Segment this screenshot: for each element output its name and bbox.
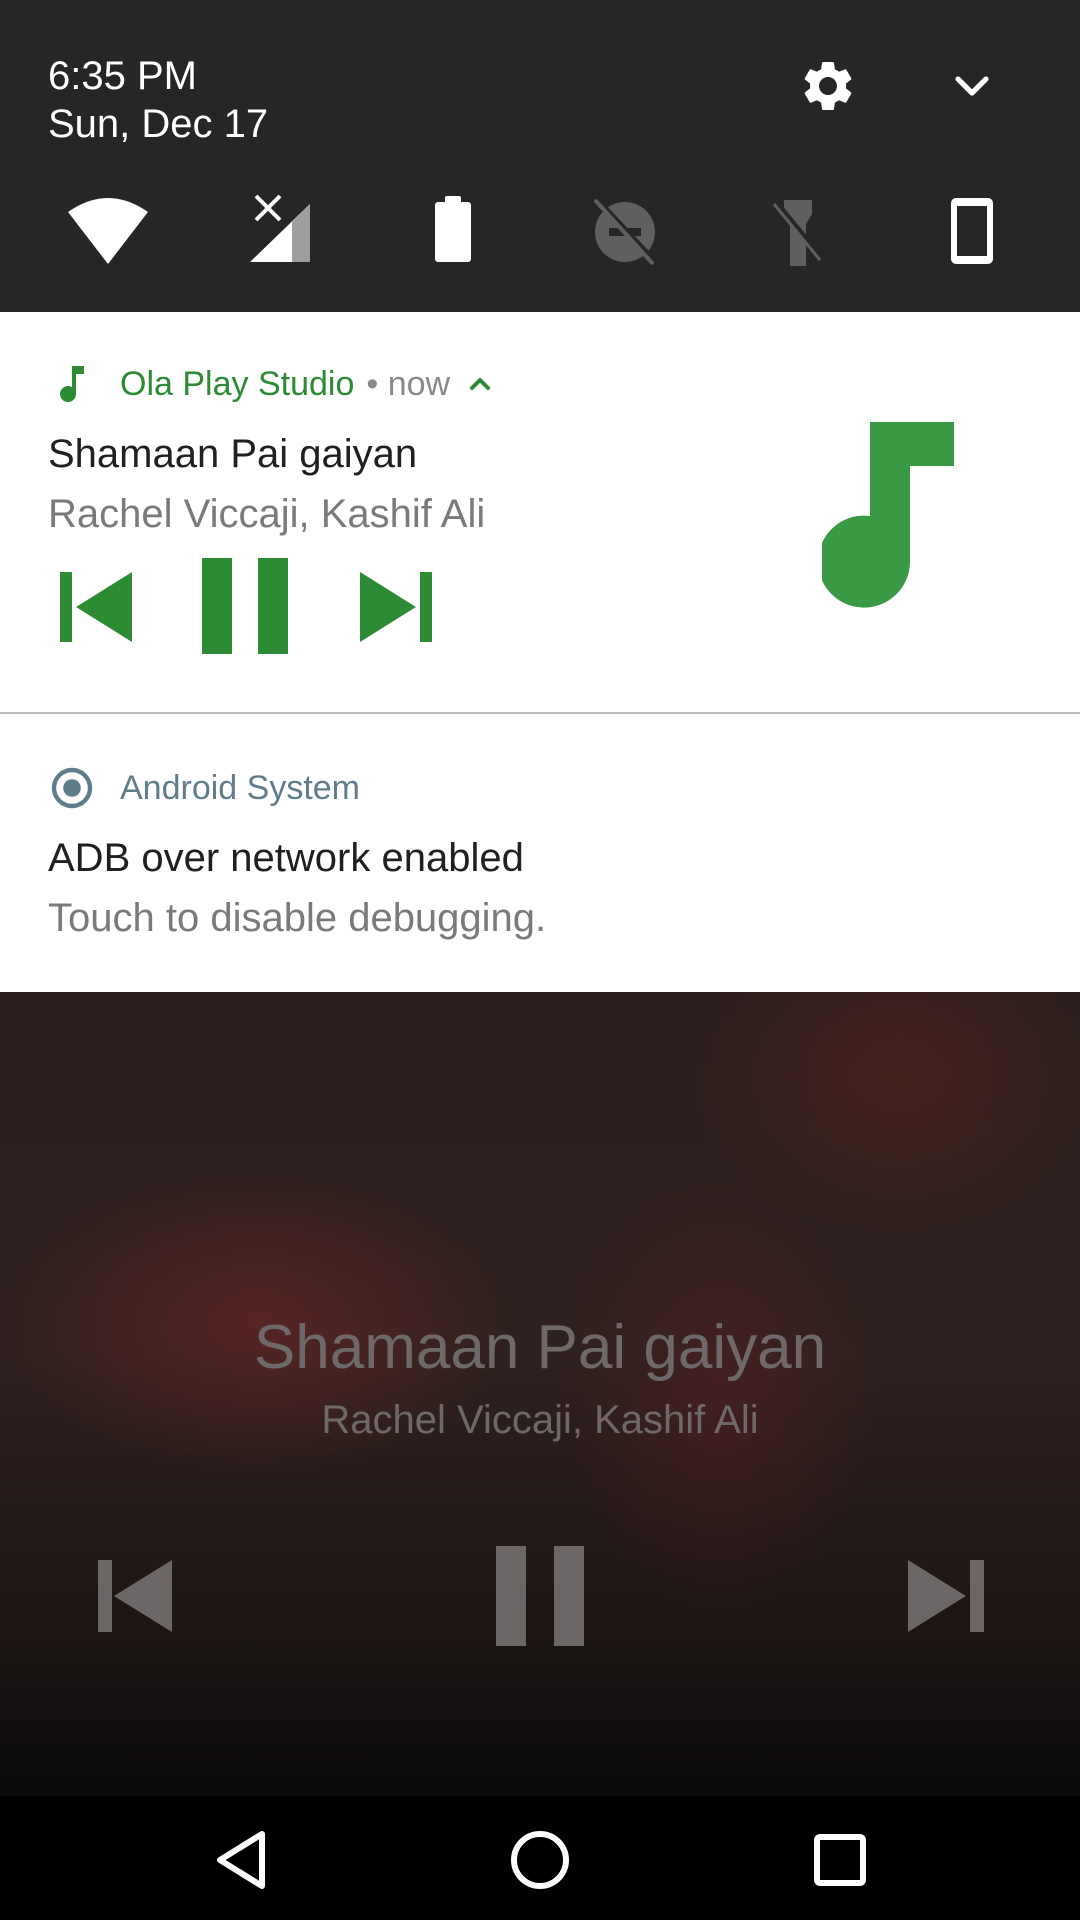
recents-icon[interactable]	[800, 1820, 880, 1900]
gear-icon[interactable]	[798, 56, 858, 116]
notification-shade: 6:35 PM Sun, Dec 17 Ola Play Studio • no…	[0, 0, 1080, 1920]
music-notification-header: Ola Play Studio • now	[48, 360, 496, 408]
navigation-bar	[0, 1796, 1080, 1920]
background-song-artist: Rachel Viccaji, Kashif Ali	[321, 1398, 759, 1442]
adb-notification-header: Android System	[48, 764, 360, 812]
auto-rotate-portrait-icon[interactable]	[924, 188, 1020, 276]
battery-icon[interactable]	[405, 188, 501, 276]
album-art-music-note-icon	[822, 422, 954, 608]
clock-date[interactable]: Sun, Dec 17	[48, 102, 268, 146]
background-skip-next-icon[interactable]	[904, 1540, 988, 1650]
clock-time: 6:35 PM	[48, 54, 197, 98]
wifi-icon[interactable]	[60, 188, 156, 276]
music-song-title: Shamaan Pai gaiyan	[48, 432, 418, 476]
background-pause-icon[interactable]	[494, 1540, 590, 1650]
music-app-name: Ola Play Studio	[120, 364, 355, 403]
do-not-disturb-off-icon[interactable]	[577, 188, 673, 276]
background-song-title: Shamaan Pai gaiyan	[253, 1313, 827, 1382]
flashlight-off-icon[interactable]	[750, 188, 846, 276]
chevron-up-icon[interactable]	[464, 368, 496, 400]
chevron-down-icon[interactable]	[948, 62, 996, 110]
adb-text: Touch to disable debugging.	[48, 896, 547, 940]
home-icon[interactable]	[500, 1820, 580, 1900]
music-song-artist: Rachel Viccaji, Kashif Ali	[48, 492, 486, 536]
music-notification-time: • now	[366, 364, 451, 403]
cellular-signal-off-icon[interactable]	[236, 188, 332, 276]
adb-app-name: Android System	[120, 768, 360, 807]
album-art-background	[0, 992, 1080, 1796]
pause-icon[interactable]	[198, 558, 294, 654]
radio-target-icon	[51, 767, 93, 809]
music-note-icon	[60, 366, 84, 403]
back-icon[interactable]	[202, 1820, 282, 1900]
quick-settings-header: 6:35 PM Sun, Dec 17	[0, 0, 1080, 312]
skip-previous-icon[interactable]	[56, 558, 136, 654]
skip-next-icon[interactable]	[356, 558, 436, 654]
adb-title: ADB over network enabled	[48, 836, 524, 880]
background-skip-previous-icon[interactable]	[96, 1540, 180, 1650]
